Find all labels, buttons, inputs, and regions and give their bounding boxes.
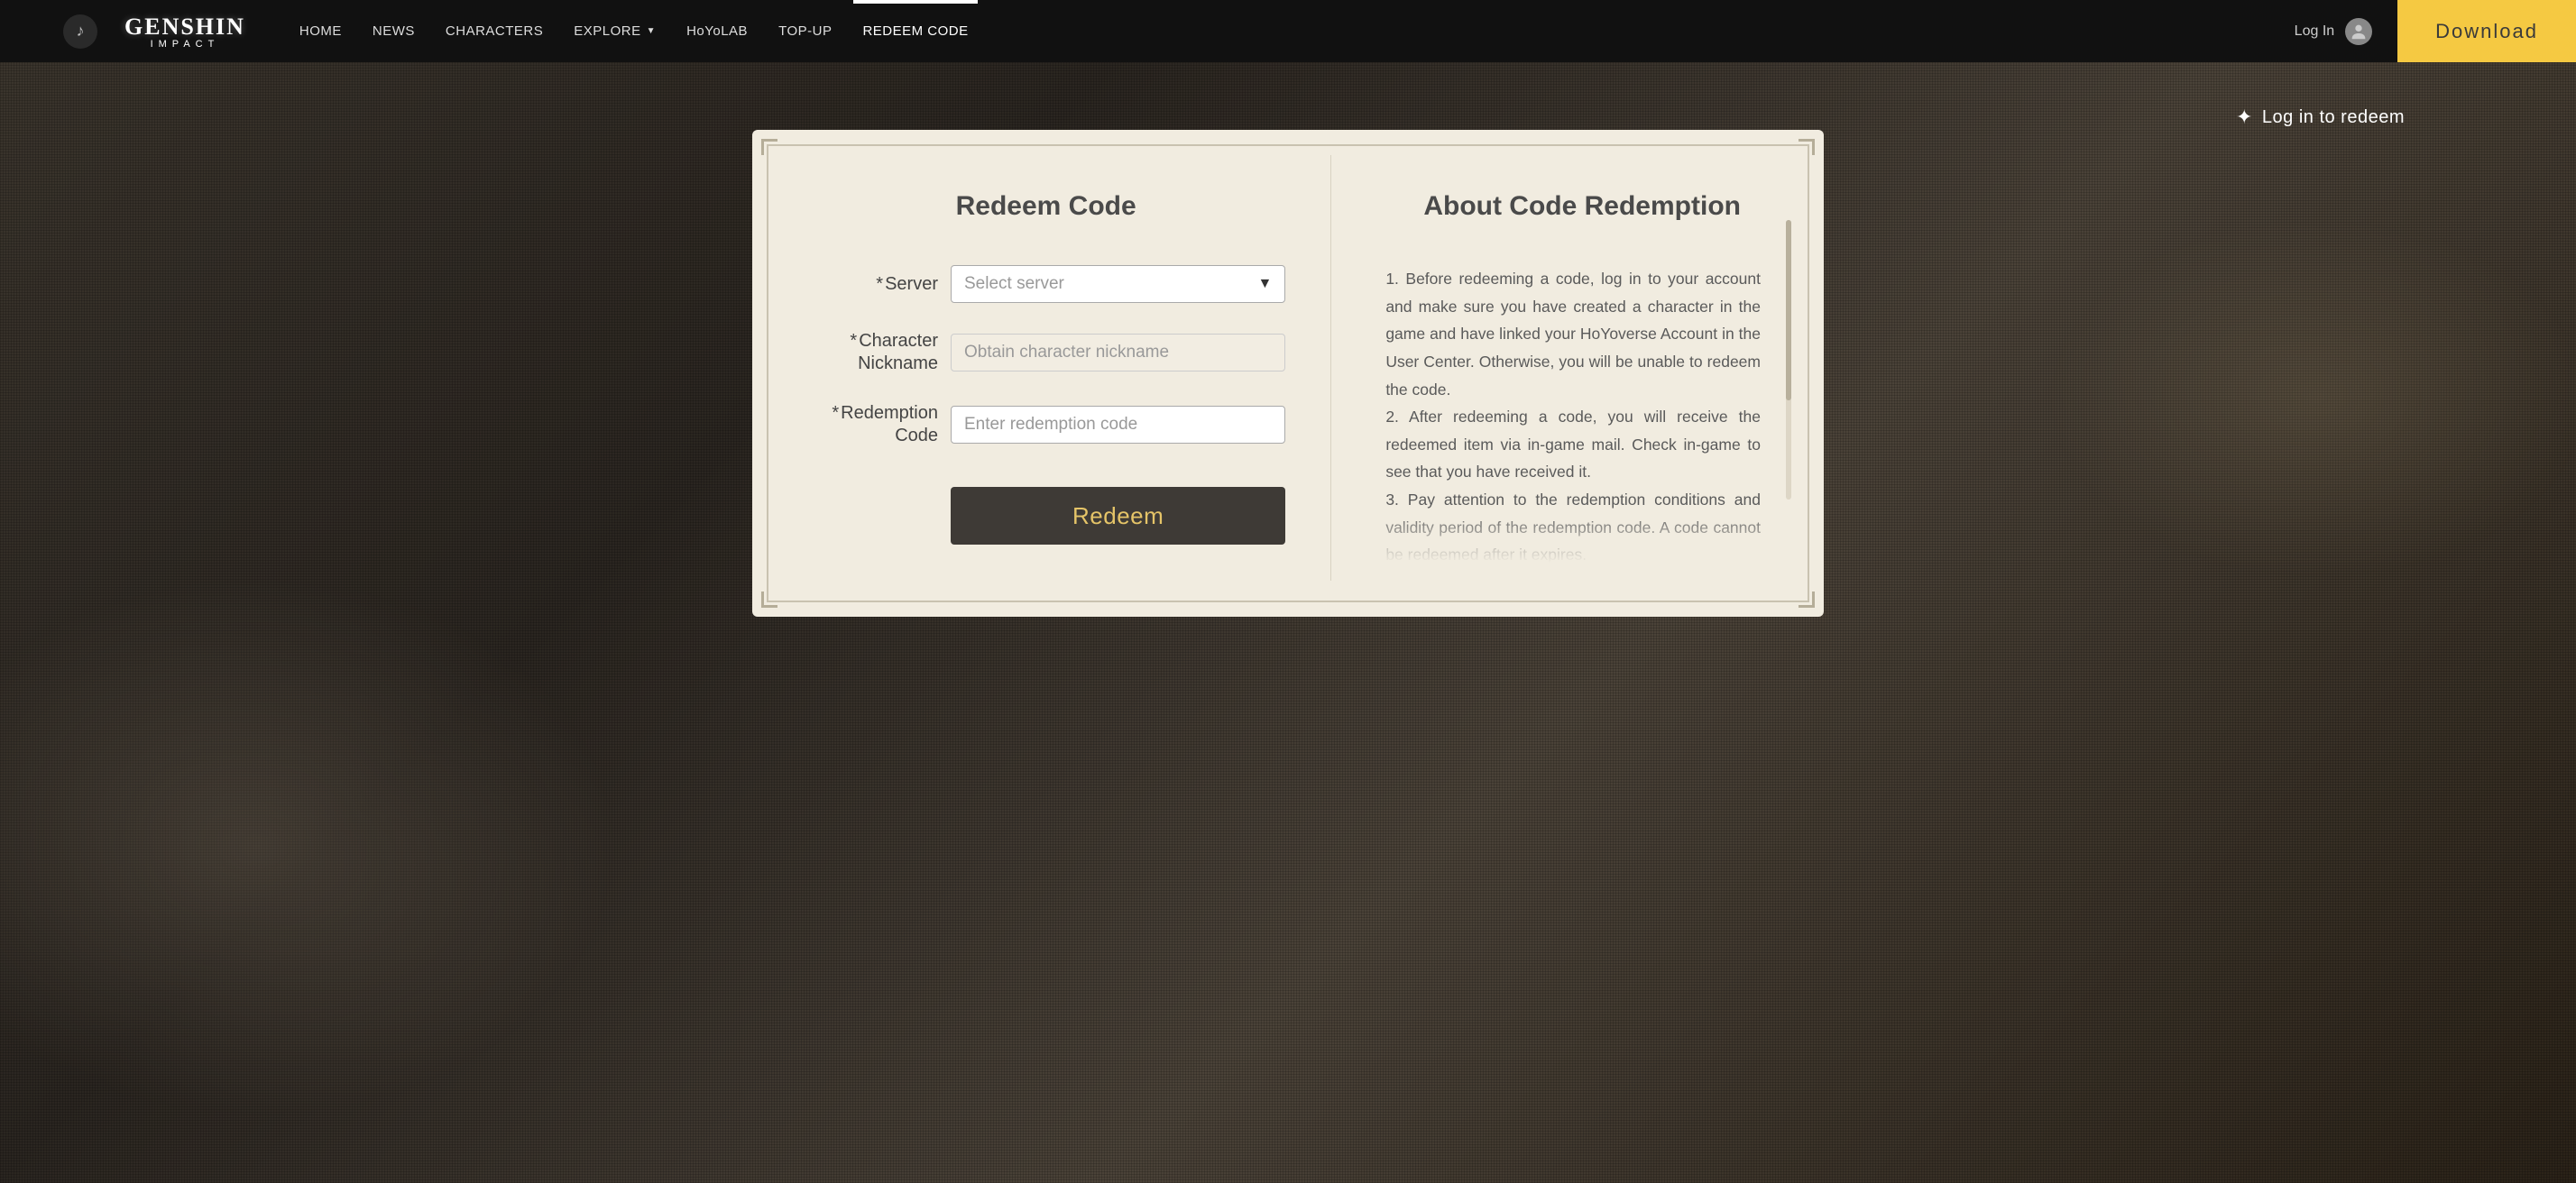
login-hint: ✦ Log in to redeem <box>2236 105 2405 129</box>
about-text: 1. Before redeeming a code, log in to yo… <box>1385 265 1779 563</box>
logo[interactable]: GENSHIN IMPACT <box>124 14 245 50</box>
form-title: Redeem Code <box>806 191 1285 222</box>
corner-decoration <box>761 592 777 608</box>
logo-sub: IMPACT <box>151 39 220 50</box>
form-column: Redeem Code *Server Select server ▼ *Cha… <box>788 155 1331 581</box>
nav-redeem-code[interactable]: REDEEM CODE <box>862 2 968 60</box>
code-label: *Redemption Code <box>806 402 951 447</box>
login-hint-text: Log in to redeem <box>2262 107 2405 128</box>
nav-home[interactable]: HOME <box>299 2 342 60</box>
avatar-icon[interactable] <box>2345 18 2372 45</box>
header-right: Log In Download <box>2295 0 2576 62</box>
code-input[interactable] <box>951 406 1285 444</box>
nickname-input[interactable] <box>951 334 1285 371</box>
redeem-card: Redeem Code *Server Select server ▼ *Cha… <box>752 130 1824 617</box>
nav-news[interactable]: NEWS <box>373 2 415 60</box>
server-placeholder: Select server <box>964 274 1064 294</box>
login-link[interactable]: Log In <box>2295 23 2334 40</box>
nickname-label: *Character Nickname <box>806 330 951 375</box>
corner-decoration <box>1799 139 1815 155</box>
nav-characters[interactable]: CHARACTERS <box>446 2 543 60</box>
server-select[interactable]: Select server ▼ <box>951 265 1285 303</box>
scrollbar-thumb[interactable] <box>1786 220 1791 400</box>
nav: HOME NEWS CHARACTERS EXPLORE ▼ HoYoLAB T… <box>299 2 969 60</box>
corner-decoration <box>1799 592 1815 608</box>
chevron-down-icon: ▼ <box>647 26 656 36</box>
logo-main: GENSHIN <box>124 14 245 41</box>
code-row: *Redemption Code <box>806 402 1285 447</box>
download-button[interactable]: Download <box>2397 0 2576 62</box>
page-background: ✦ Log in to redeem Redeem Code *Server S… <box>0 62 2576 1183</box>
nav-explore[interactable]: EXPLORE ▼ <box>574 2 656 60</box>
nickname-row: *Character Nickname <box>806 330 1285 375</box>
about-title: About Code Redemption <box>1385 191 1779 222</box>
chevron-down-icon: ▼ <box>1257 276 1272 292</box>
corner-decoration <box>761 139 777 155</box>
sparkle-icon: ✦ <box>2236 105 2253 129</box>
scrollbar[interactable] <box>1786 220 1791 500</box>
server-label: *Server <box>806 273 951 296</box>
redeem-button[interactable]: Redeem <box>951 487 1285 545</box>
header: ♪ GENSHIN IMPACT HOME NEWS CHARACTERS EX… <box>0 0 2576 62</box>
about-column: About Code Redemption 1. Before redeemin… <box>1331 155 1788 581</box>
server-row: *Server Select server ▼ <box>806 265 1285 303</box>
nav-explore-label: EXPLORE <box>574 23 640 39</box>
nav-hoyolab[interactable]: HoYoLAB <box>686 2 748 60</box>
music-toggle-icon[interactable]: ♪ <box>63 14 97 49</box>
nav-topup[interactable]: TOP-UP <box>778 2 832 60</box>
